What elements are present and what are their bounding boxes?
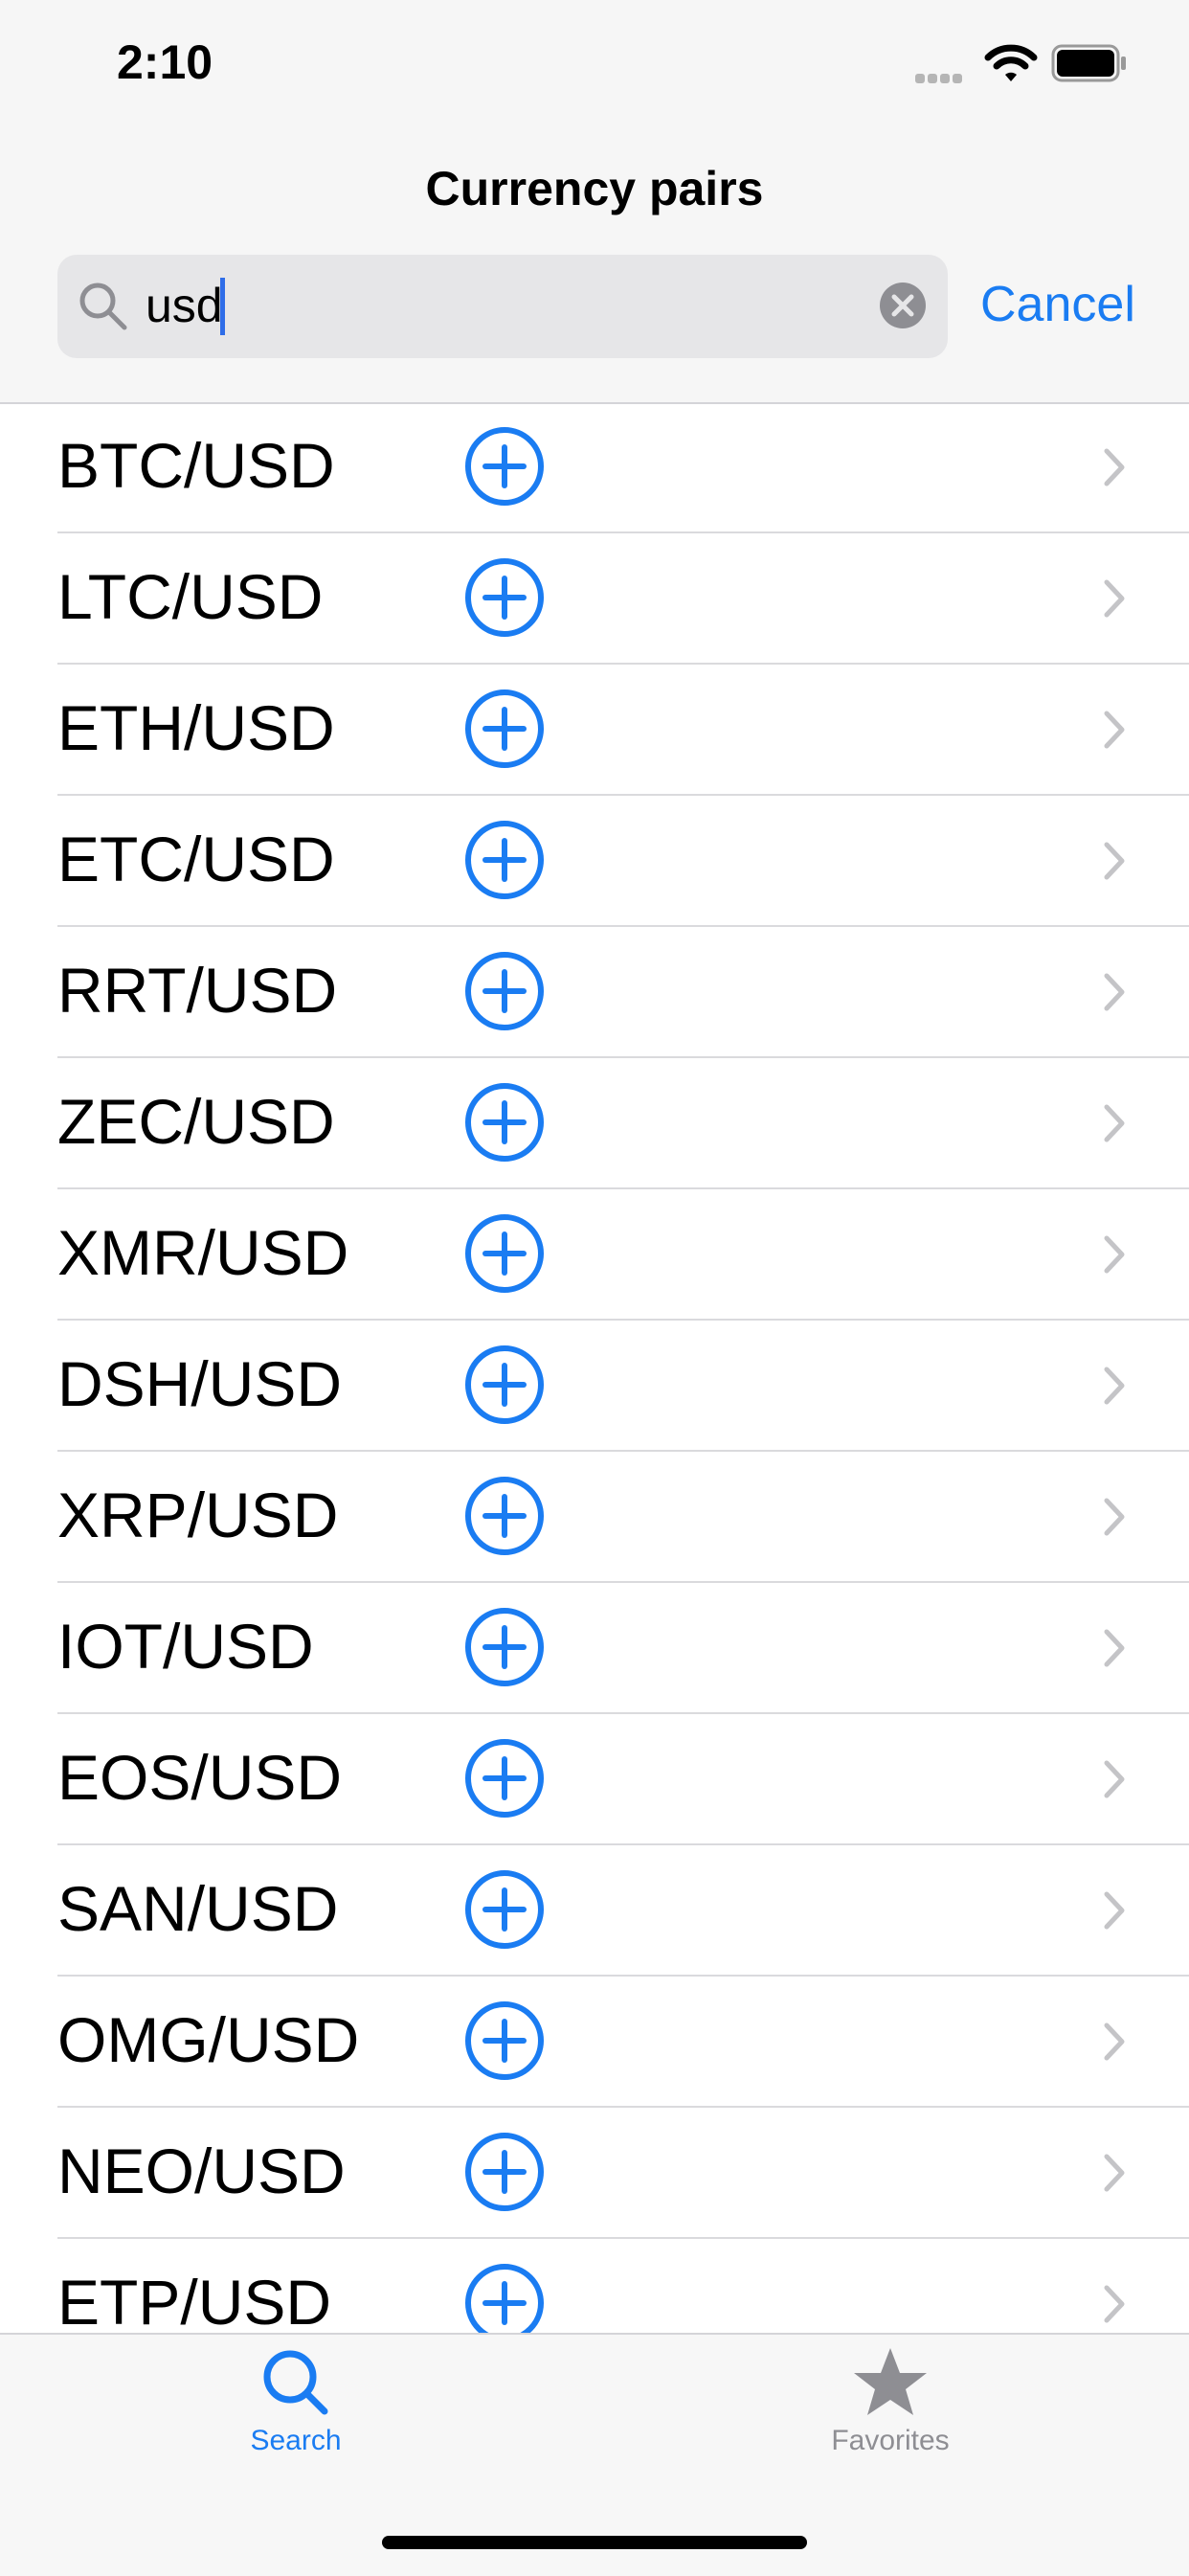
- currency-pair-row[interactable]: RRT/USD: [0, 927, 1189, 1058]
- currency-pair-row[interactable]: ZEC/USD: [0, 1058, 1189, 1189]
- search-field[interactable]: usd: [57, 255, 948, 358]
- chevron-right-icon: [1101, 1495, 1128, 1544]
- wifi-icon: [984, 44, 1038, 89]
- cancel-button[interactable]: Cancel: [980, 276, 1135, 333]
- chevron-right-icon: [1101, 1232, 1128, 1281]
- currency-pair-row[interactable]: ETC/USD: [0, 796, 1189, 927]
- currency-pair-row[interactable]: LTC/USD: [0, 533, 1189, 665]
- search-icon: [263, 2350, 328, 2415]
- chevron-right-icon: [1101, 708, 1128, 757]
- currency-pair-row[interactable]: OMG/USD: [0, 1977, 1189, 2108]
- tab-search[interactable]: Search: [152, 2344, 439, 2457]
- chevron-right-icon: [1101, 970, 1128, 1019]
- currency-pair-label: BTC/USD: [57, 430, 335, 501]
- currency-pair-label: ETH/USD: [57, 692, 335, 763]
- currency-pair-label: SAN/USD: [57, 1873, 339, 1944]
- add-to-favorites-icon[interactable]: [463, 425, 546, 512]
- cellular-signal-icon: [915, 71, 965, 88]
- currency-pair-label: LTC/USD: [57, 561, 324, 632]
- currency-pair-row[interactable]: XRP/USD: [0, 1452, 1189, 1583]
- home-indicator: [382, 2536, 807, 2549]
- text-cursor: [220, 278, 225, 335]
- tab-favorites-label: Favorites: [831, 2425, 950, 2456]
- add-to-favorites-icon[interactable]: [463, 819, 546, 906]
- currency-pair-list: BTC/USD LTC/USD ETH/USD ETC/USD RRT/USD …: [0, 402, 1189, 2333]
- currency-pair-label: ETC/USD: [57, 824, 335, 894]
- chevron-right-icon: [1101, 1757, 1128, 1806]
- magnifier-icon: [77, 280, 130, 338]
- currency-pair-row[interactable]: ETP/USD: [0, 2239, 1189, 2333]
- currency-pair-row[interactable]: XMR/USD: [0, 1189, 1189, 1321]
- chevron-right-icon: [1101, 2020, 1128, 2068]
- currency-pair-label: NEO/USD: [57, 2135, 346, 2206]
- currency-pair-row[interactable]: SAN/USD: [0, 1845, 1189, 1977]
- currency-pair-label: ETP/USD: [57, 2267, 332, 2333]
- add-to-favorites-icon[interactable]: [463, 2262, 546, 2333]
- currency-pair-row[interactable]: BTC/USD: [0, 402, 1189, 533]
- chevron-right-icon: [1101, 1364, 1128, 1412]
- chevron-right-icon: [1101, 445, 1128, 494]
- add-to-favorites-icon[interactable]: [463, 1081, 546, 1168]
- search-input[interactable]: usd: [146, 278, 223, 333]
- currency-pair-label: XMR/USD: [57, 1217, 349, 1288]
- chevron-right-icon: [1101, 1888, 1128, 1937]
- add-to-favorites-icon[interactable]: [463, 2131, 546, 2218]
- add-to-favorites-icon[interactable]: [463, 950, 546, 1037]
- currency-pair-label: ZEC/USD: [57, 1086, 335, 1157]
- battery-icon: [1051, 44, 1128, 87]
- currency-pair-row[interactable]: DSH/USD: [0, 1321, 1189, 1452]
- chevron-right-icon: [1101, 1626, 1128, 1675]
- add-to-favorites-icon[interactable]: [463, 688, 546, 775]
- page-title: Currency pairs: [425, 162, 764, 215]
- currency-pair-row[interactable]: NEO/USD: [0, 2108, 1189, 2239]
- currency-pair-row[interactable]: EOS/USD: [0, 1714, 1189, 1845]
- add-to-favorites-icon[interactable]: [463, 1606, 546, 1693]
- currency-pair-label: EOS/USD: [57, 1742, 343, 1813]
- add-to-favorites-icon[interactable]: [463, 1868, 546, 1955]
- currency-pair-label: DSH/USD: [57, 1348, 343, 1419]
- chevron-right-icon: [1101, 1101, 1128, 1150]
- navigation-header: 2:10 Currency pairs usd Cancel: [0, 0, 1189, 404]
- currency-pair-label: IOT/USD: [57, 1611, 314, 1682]
- add-to-favorites-icon[interactable]: [463, 1344, 546, 1431]
- status-time: 2:10: [117, 35, 213, 89]
- chevron-right-icon: [1101, 2282, 1128, 2331]
- clear-search-icon[interactable]: [879, 282, 927, 334]
- star-icon: [854, 2348, 927, 2415]
- add-to-favorites-icon[interactable]: [463, 2000, 546, 2087]
- currency-pair-label: XRP/USD: [57, 1480, 339, 1550]
- chevron-right-icon: [1101, 2151, 1128, 2200]
- tab-favorites[interactable]: Favorites: [747, 2344, 1034, 2457]
- currency-pair-row[interactable]: IOT/USD: [0, 1583, 1189, 1714]
- add-to-favorites-icon[interactable]: [463, 1475, 546, 1562]
- add-to-favorites-icon[interactable]: [463, 556, 546, 644]
- chevron-right-icon: [1101, 839, 1128, 888]
- currency-pair-label: OMG/USD: [57, 2004, 360, 2075]
- add-to-favorites-icon[interactable]: [463, 1737, 546, 1824]
- tab-search-label: Search: [250, 2425, 342, 2456]
- chevron-right-icon: [1101, 576, 1128, 625]
- currency-pair-label: RRT/USD: [57, 955, 338, 1026]
- add-to-favorites-icon[interactable]: [463, 1212, 546, 1299]
- currency-pair-row[interactable]: ETH/USD: [0, 665, 1189, 796]
